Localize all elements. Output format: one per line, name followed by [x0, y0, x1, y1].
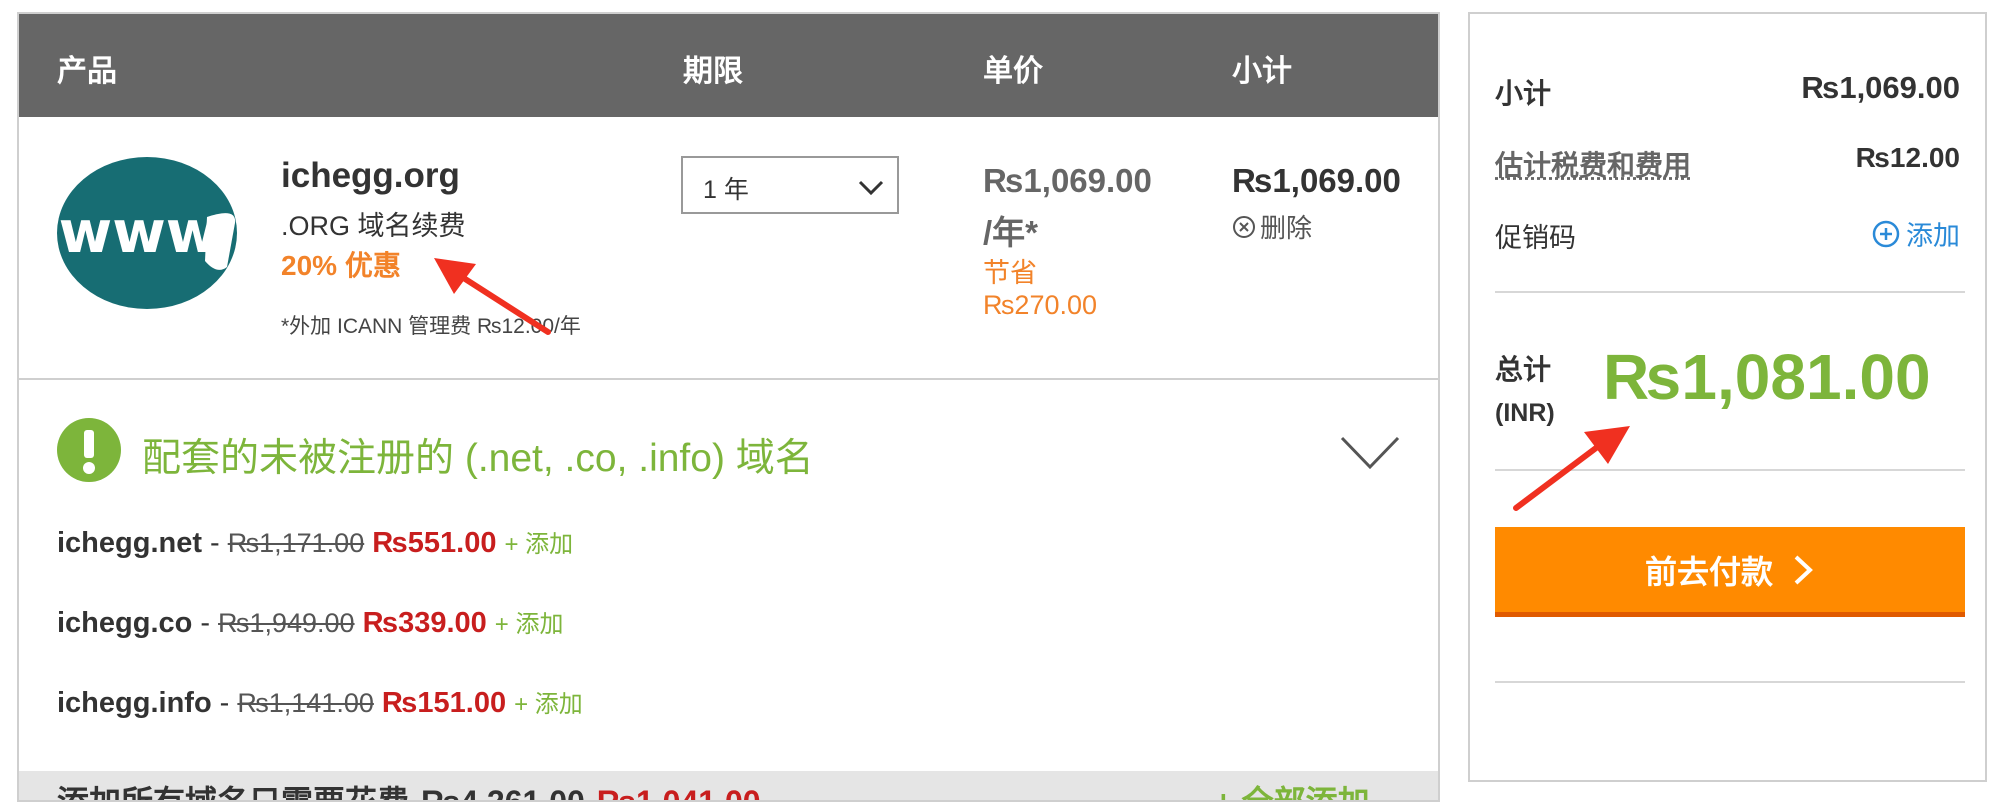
term-value: 1 年 — [703, 176, 749, 204]
header-subtotal: 小计 — [1232, 55, 1292, 88]
summary-subtotal-value: ₨1,069.00 — [1801, 70, 1960, 105]
checkout-label: 前去付款 — [1644, 553, 1773, 590]
total-label: 总计 — [1495, 354, 1552, 385]
sale-price: ₨551.00 — [372, 527, 497, 559]
old-price: ₨1,141.00 — [237, 688, 374, 718]
www-logo-icon: www — [57, 157, 237, 309]
remove-label: 删除 — [1260, 213, 1313, 243]
separator: - — [210, 527, 220, 559]
add-all-old-price: ₨4,261.00 — [421, 784, 585, 802]
item-description: .ORG 域名续费 — [281, 211, 466, 241]
chevron-down-icon[interactable] — [1339, 434, 1401, 472]
unit-price-suffix: /年* — [983, 214, 1039, 251]
separator: - — [219, 687, 230, 719]
remove-circle-icon — [1233, 215, 1255, 238]
sale-price: ₨151.00 — [381, 687, 507, 719]
item-subtotal: ₨1,069.00 — [1232, 162, 1401, 199]
separator: - — [200, 607, 211, 639]
header-product: 产品 — [57, 55, 117, 88]
add-all-new-price: ₨1,041.00 — [596, 784, 761, 802]
item-domain-name: ichegg.org — [281, 156, 460, 195]
checkout-button[interactable]: 前去付款 — [1495, 527, 1965, 617]
add-domain-link[interactable]: + 添加 — [504, 524, 573, 559]
old-price: ₨1,949.00 — [218, 608, 355, 638]
list-item: ichegg.co - ₨1,949.00 ₨339.00 + 添加 — [57, 604, 563, 640]
annotation-arrow-icon — [1513, 426, 1630, 511]
logo-text: www — [59, 198, 220, 266]
cart-panel: 产品 期限 单价 小计 www ichegg.org .ORG 域名续费 20%… — [17, 12, 1440, 802]
suggestion-domain: ichegg.co — [57, 607, 193, 639]
promo-code-label: 促销码 — [1495, 223, 1576, 253]
tax-label[interactable]: 估计税费和费用 — [1495, 144, 1691, 184]
divider — [1495, 681, 1965, 683]
header-unit-price: 单价 — [983, 55, 1043, 88]
bundle-title: 配套的未被注册的 (.net, .co, .info) 域名 — [142, 437, 814, 480]
divider — [1495, 291, 1965, 293]
add-all-bar: 添加所有域名只需要花费 ₨4,261.00 ₨1,041.00 + 全部添加 — [19, 771, 1438, 802]
add-all-text-group: 添加所有域名只需要花费 ₨4,261.00 ₨1,041.00 — [57, 777, 761, 802]
remove-link[interactable]: 删除 — [1232, 208, 1312, 245]
list-item: ichegg.net - ₨1,171.00 ₨551.00 + 添加 — [57, 524, 573, 560]
total-amount: ₨1,081.00 — [1603, 341, 1931, 413]
annotation-arrow-icon — [434, 258, 551, 335]
savings-amount: ₨270.00 — [983, 290, 1098, 320]
chevron-down-icon — [858, 180, 884, 196]
promo-add-label: 添加 — [1906, 221, 1960, 251]
savings-label: 节省 — [983, 258, 1037, 288]
discount-badge: 20% 优惠 — [281, 250, 401, 281]
sale-price: ₨339.00 — [362, 607, 487, 639]
tax-value: ₨12.00 — [1855, 142, 1960, 173]
chevron-right-icon — [1794, 555, 1813, 584]
add-domain-link[interactable]: + 添加 — [495, 604, 564, 639]
list-item: ichegg.info - ₨1,141.00 ₨151.00 + 添加 — [57, 684, 583, 720]
plus-circle-icon — [1872, 220, 1900, 247]
add-domain-link[interactable]: + 添加 — [514, 684, 583, 719]
add-all-button[interactable]: + 全部添加 — [1214, 777, 1370, 800]
header-term: 期限 — [683, 55, 743, 88]
add-all-text: 添加所有域名只需要花费 — [57, 784, 410, 802]
cart-table-header: 产品 期限 单价 小计 — [19, 14, 1438, 117]
suggestion-domain: ichegg.info — [57, 687, 212, 719]
exclamation-icon — [57, 418, 121, 482]
promo-add-link[interactable]: 添加 — [1872, 214, 1960, 253]
unit-price: ₨1,069.00 — [983, 162, 1152, 199]
old-price: ₨1,171.00 — [227, 528, 365, 558]
row-divider — [19, 378, 1438, 380]
suggestion-domain: ichegg.net — [57, 527, 203, 559]
term-select[interactable]: 1 年 — [681, 156, 899, 214]
summary-subtotal-label: 小计 — [1495, 78, 1552, 109]
order-summary-panel: 小计 ₨1,069.00 估计税费和费用 ₨12.00 促销码 添加 总计 (I… — [1468, 12, 1987, 782]
